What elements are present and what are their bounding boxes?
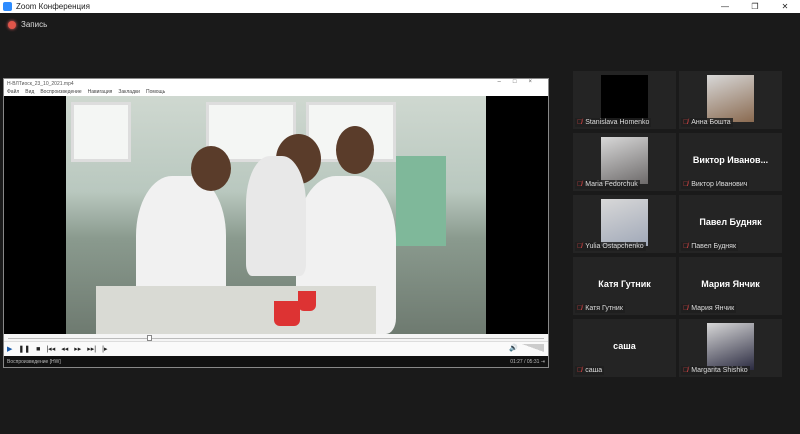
participant-name-label: 🎙̸ Maria Fedorchuk: [575, 180, 640, 189]
participant-tile[interactable]: Виктор Иванов... 🎙̸ Виктор Иванович: [679, 133, 782, 191]
participant-name: Margarita Shishko: [691, 367, 748, 374]
close-button[interactable]: ✕: [770, 0, 800, 13]
previous-icon[interactable]: |◂◂: [46, 345, 55, 353]
participant-name-label: 🎙̸ Yulia Ostapchenko: [575, 242, 646, 251]
participant-display-name: Виктор Иванов...: [692, 155, 769, 165]
participant-name: Yulia Ostapchenko: [585, 243, 644, 250]
playback-status: Воспроизведение [HW]: [7, 358, 61, 365]
seek-bar[interactable]: [4, 334, 548, 342]
participant-tile[interactable]: 🎙̸ Maria Fedorchuk: [573, 133, 676, 191]
pause-icon[interactable]: ❚❚: [18, 345, 30, 353]
participant-name-label: 🎙̸ Stanislava Homenko: [575, 118, 652, 127]
menu-bookmarks[interactable]: Закладки: [118, 89, 140, 95]
participant-tile[interactable]: 🎙̸ Анна Бошта: [679, 71, 782, 129]
participant-name: Maria Fedorchuk: [585, 181, 638, 188]
participant-tile[interactable]: саша 🎙̸ саша: [573, 319, 676, 377]
muted-mic-icon: 🎙̸: [683, 181, 689, 188]
participant-name-label: 🎙̸ Анна Бошта: [681, 118, 733, 127]
participant-video: [707, 323, 754, 370]
participant-tile[interactable]: 🎙̸ Margarita Shishko: [679, 319, 782, 377]
participant-name-label: 🎙̸ саша: [575, 366, 605, 375]
menu-view[interactable]: Вид: [25, 89, 34, 95]
player-title-bar: H-ВЛТиоск_23_10_2021.mp4 –□×: [4, 79, 548, 88]
participant-name: Мария Янчик: [691, 305, 735, 312]
participant-name: Катя Гутник: [585, 305, 623, 312]
participant-name: саша: [585, 367, 603, 374]
participant-tile[interactable]: 🎙̸ Yulia Ostapchenko: [573, 195, 676, 253]
muted-mic-icon: 🎙̸: [577, 367, 583, 374]
playback-controls: ▶ ❚❚ ■ |◂◂ ◂◂ ▸▸ ▸▸| |▸ 🔊: [4, 342, 548, 356]
player-status-bar: Воспроизведение [HW] 01:27 / 05:31 ⇥: [4, 356, 548, 367]
stop-icon[interactable]: ■: [36, 346, 40, 353]
participant-tile[interactable]: Павел Будняк 🎙̸ Павел Будняк: [679, 195, 782, 253]
menu-file[interactable]: Файл: [7, 89, 19, 95]
next-icon[interactable]: ▸▸|: [87, 345, 96, 353]
participant-name-label: 🎙̸ Катя Гутник: [575, 304, 625, 313]
menu-navigation[interactable]: Навигация: [88, 89, 113, 95]
volume-icon[interactable]: 🔊: [509, 344, 518, 352]
menu-help[interactable]: Помощь: [146, 89, 165, 95]
player-title: H-ВЛТиоск_23_10_2021.mp4: [7, 80, 74, 87]
recording-label: Запись: [21, 20, 48, 29]
record-icon: [8, 20, 16, 29]
muted-mic-icon: 🎙̸: [577, 119, 583, 126]
participant-name: Анна Бошта: [691, 119, 731, 126]
participant-video: [601, 199, 648, 246]
participant-name: Stanislava Homenko: [585, 119, 650, 126]
participant-video: [601, 75, 648, 122]
muted-mic-icon: 🎙̸: [577, 181, 583, 188]
play-icon[interactable]: ▶: [7, 345, 12, 353]
maximize-button[interactable]: ❐: [740, 0, 770, 13]
participant-name-label: 🎙̸ Margarita Shishko: [681, 366, 750, 375]
participant-display-name: Катя Гутник: [598, 279, 651, 289]
muted-mic-icon: 🎙̸: [577, 305, 583, 312]
frame-step-icon[interactable]: |▸: [102, 345, 107, 353]
rewind-icon[interactable]: ◂◂: [61, 345, 68, 353]
participant-tile[interactable]: Катя Гутник 🎙̸ Катя Гутник: [573, 257, 676, 315]
title-bar: Zoom Конференция — ❐ ✕: [0, 0, 800, 13]
participant-name-label: 🎙̸ Павел Будняк: [681, 242, 739, 251]
participant-name-label: 🎙̸ Мария Янчик: [681, 304, 737, 313]
muted-mic-icon: 🎙̸: [577, 243, 583, 250]
participant-display-name: саша: [613, 341, 636, 351]
recording-indicator[interactable]: Запись: [8, 20, 47, 29]
player-window-buttons[interactable]: –□×: [498, 79, 544, 85]
muted-mic-icon: 🎙̸: [683, 119, 689, 126]
video-frame[interactable]: [4, 96, 548, 334]
zoom-logo-icon: [3, 2, 12, 11]
muted-mic-icon: 🎙̸: [683, 367, 689, 374]
muted-mic-icon: 🎙̸: [683, 305, 689, 312]
participant-name-label: 🎙̸ Виктор Иванович: [681, 180, 750, 189]
menu-playback[interactable]: Воспроизведение: [40, 89, 81, 95]
participant-name: Павел Будняк: [691, 243, 737, 250]
player-menu: Файл Вид Воспроизведение Навигация Закла…: [4, 88, 548, 96]
status-end-icon[interactable]: ⇥: [541, 359, 545, 365]
participant-display-name: Мария Янчик: [701, 279, 760, 289]
time-readout: 01:27 / 05:31: [510, 358, 540, 365]
app-title: Zoom Конференция: [16, 2, 90, 11]
participant-name: Виктор Иванович: [691, 181, 748, 188]
participant-tile[interactable]: 🎙̸ Stanislava Homenko: [573, 71, 676, 129]
volume-slider[interactable]: [522, 344, 544, 352]
lab-scene: [66, 96, 486, 334]
participant-display-name: Павел Будняк: [699, 217, 762, 227]
participant-video: [601, 137, 648, 184]
fast-forward-icon[interactable]: ▸▸: [74, 345, 81, 353]
muted-mic-icon: 🎙̸: [683, 243, 689, 250]
participant-video: [707, 75, 754, 122]
participant-tile[interactable]: Мария Янчик 🎙̸ Мария Янчик: [679, 257, 782, 315]
seek-handle[interactable]: [147, 335, 153, 341]
shared-media-player[interactable]: H-ВЛТиоск_23_10_2021.mp4 –□× Файл Вид Во…: [3, 78, 549, 368]
minimize-button[interactable]: —: [710, 0, 740, 13]
